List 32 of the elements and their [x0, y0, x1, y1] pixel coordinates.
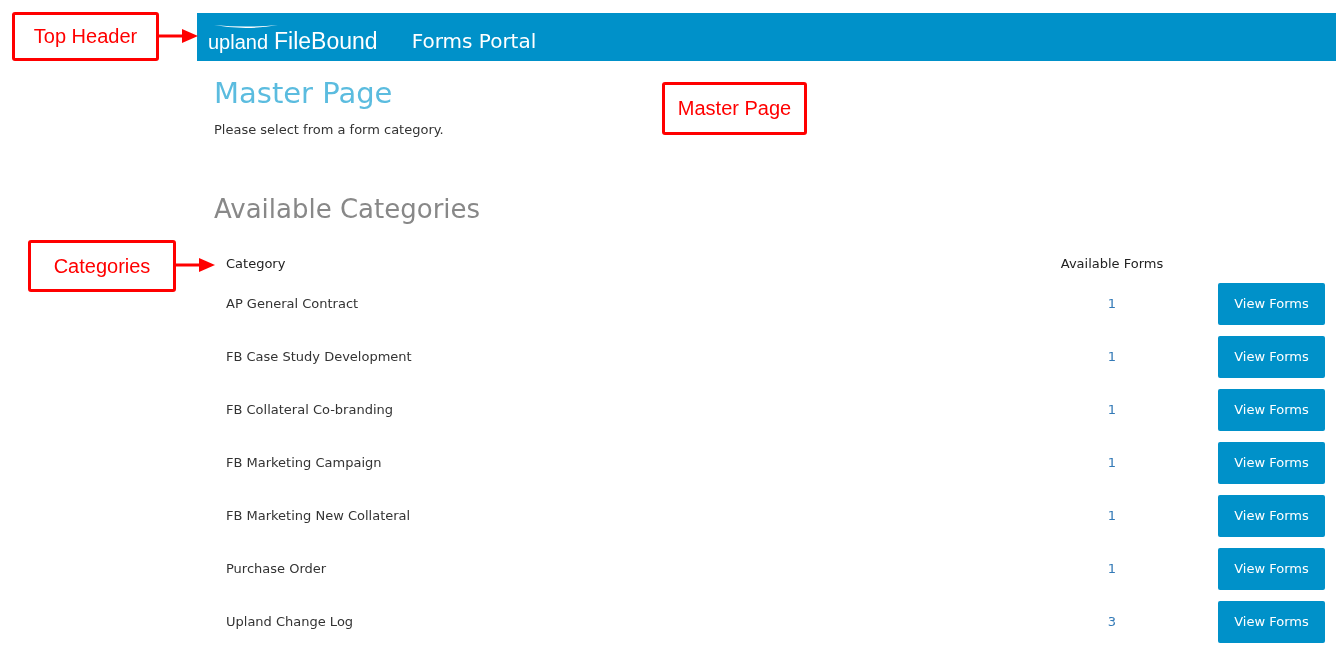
- view-forms-button[interactable]: View Forms: [1218, 547, 1325, 590]
- table-cell-text: FB Marketing Campaign: [225, 455, 383, 470]
- form-count: 1: [1107, 508, 1117, 523]
- callout-label: Master Page: [662, 82, 807, 135]
- form-count: 1: [1107, 296, 1117, 311]
- table-cell-text: FB Marketing New Collateral: [225, 508, 412, 523]
- column-header: Available Forms: [1059, 255, 1165, 271]
- form-count: 3: [1107, 614, 1117, 629]
- table-cell-text: FB Case Study Development: [225, 349, 413, 364]
- view-forms-button[interactable]: View Forms: [1218, 282, 1325, 325]
- view-forms-button[interactable]: View Forms: [1218, 335, 1325, 378]
- view-forms-button[interactable]: View Forms: [1218, 600, 1325, 643]
- table-cell-text: FB Collateral Co-branding: [225, 402, 395, 417]
- table-cell-text: Upland Change Log: [225, 614, 355, 629]
- logo-brand: upland: [208, 31, 269, 52]
- form-count: 1: [1107, 561, 1117, 576]
- callout-label: Categories: [28, 240, 176, 292]
- page-title: Master Page: [214, 75, 393, 112]
- header-title: Forms Portal: [411, 29, 537, 53]
- form-count: 1: [1107, 402, 1117, 417]
- view-forms-button[interactable]: View Forms: [1218, 494, 1325, 537]
- page-subtitle: Please select from a form category.: [214, 121, 445, 139]
- view-forms-button[interactable]: View Forms: [1218, 388, 1325, 431]
- form-count: 1: [1107, 349, 1117, 364]
- form-count: 1: [1107, 455, 1117, 470]
- view-forms-button[interactable]: View Forms: [1218, 441, 1325, 484]
- section-title: Available Categories: [214, 193, 481, 226]
- table-cell-text: AP General Contract: [225, 296, 360, 311]
- callout-label: Top Header: [12, 12, 159, 61]
- column-header: Category: [225, 255, 287, 271]
- logo-product: FileBound: [274, 29, 378, 53]
- table-cell-text: Purchase Order: [225, 561, 328, 576]
